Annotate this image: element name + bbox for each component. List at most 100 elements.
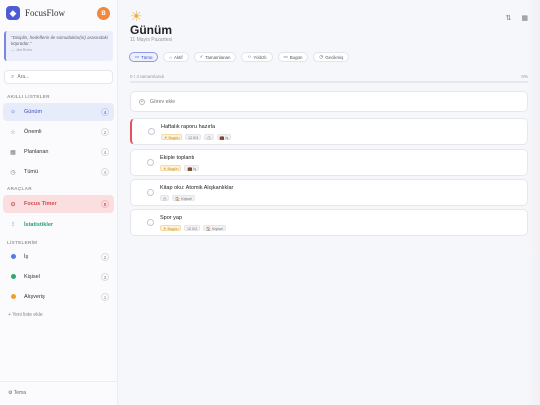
- filter-starred[interactable]: ☆ Yıldızlı: [241, 52, 273, 62]
- main-panel: ☀ Günüm 11 Mayıs Pazartesi ⇅ ▦ ▭ Tümü ○ …: [118, 0, 540, 405]
- sidebar-item-focus-timer[interactable]: ⊙ Focus Timer 0: [3, 195, 114, 213]
- quote-author: — Jim Rohn: [11, 48, 32, 52]
- sun-icon: ☼: [10, 109, 16, 115]
- plus-icon: +: [139, 98, 145, 105]
- filter-label: Bugün: [289, 54, 303, 60]
- sidebar-item-list-personal[interactable]: Kişisel 3: [3, 268, 114, 286]
- task-row[interactable]: Spor yap ☀ Bugün ☑ 0/2 🏠 Kişisel: [130, 209, 528, 236]
- task-title: Kitap oku: Atomik Alışkanlıklar: [160, 185, 234, 191]
- list-color-dot: [9, 253, 17, 261]
- quote-text: "Disiplin, hedeflerin ile somutluklar(in…: [11, 35, 108, 46]
- sidebar-item-list-work[interactable]: İş 2: [3, 248, 114, 266]
- task-checkbox[interactable]: [148, 128, 155, 135]
- sidebar-item-label: Alışveriş: [24, 294, 45, 300]
- sort-icon[interactable]: ⇅: [506, 14, 512, 22]
- filter-label: Tümü: [141, 54, 153, 60]
- task-checkbox[interactable]: [147, 219, 154, 226]
- brand[interactable]: ◆ FocusFlow: [6, 6, 65, 20]
- star-icon: ☆: [10, 129, 16, 136]
- add-list-button[interactable]: + Yeni liste ekle: [8, 312, 43, 318]
- progress-bar: [130, 81, 528, 83]
- app-name: FocusFlow: [25, 8, 66, 18]
- count-badge: 2: [101, 128, 109, 136]
- task-title: Haftalık raporu hazırla: [161, 124, 216, 130]
- sidebar-item-label: Tümü: [24, 169, 39, 175]
- filter-label: Yıldızlı: [253, 54, 267, 60]
- filter-label: Tamamlanan: [205, 54, 231, 60]
- tag-subtasks: ☑ 0/2: [184, 225, 201, 231]
- sidebar-item-today[interactable]: ☼ Günüm 4: [3, 103, 114, 121]
- sidebar-item-statistics[interactable]: ⫶ İstatistikler: [3, 216, 114, 234]
- calendar-icon: ▦: [10, 149, 16, 156]
- task-row[interactable]: Kitap oku: Atomik Alışkanlıklar ◷ 🏠 Kişi…: [130, 179, 528, 206]
- count-badge: 0: [101, 200, 109, 208]
- filter-bar: ▭ Tümü ○ Aktif ✓ Tamamlanan ☆ Yıldızlı ▭…: [129, 52, 350, 62]
- tag-today: ☀ Bugün: [160, 165, 182, 171]
- tag-reminder: ◷: [160, 195, 170, 201]
- scroll-shadow: [528, 0, 540, 405]
- filter-active[interactable]: ○ Aktif: [163, 52, 189, 62]
- tag-list: 💼 İş: [216, 134, 232, 140]
- timer-icon: ⊙: [10, 201, 16, 208]
- chart-icon: ⫶: [12, 221, 14, 228]
- grid-view-icon[interactable]: ▦: [521, 14, 528, 22]
- tag-list: 🏠 Kişisel: [172, 195, 196, 201]
- task-row[interactable]: Haftalık raporu hazırla ☀ Bugün ☑ 0/3 ◷ …: [130, 118, 528, 145]
- task-row[interactable]: Ekiple toplantı ☀ Bugün 💼 İş: [130, 149, 528, 176]
- tag-list: 💼 İş: [184, 165, 200, 171]
- filter-overdue[interactable]: ◷ Gecikmiş: [313, 52, 350, 62]
- add-task-input[interactable]: [150, 98, 450, 105]
- task-tags: ☀ Bugün ☑ 0/2 🏠 Kişisel: [160, 225, 226, 231]
- progress-percent: 0%: [521, 74, 528, 79]
- view-toggles: ⇅ ▦: [506, 14, 529, 22]
- progress-label: 0 / 4 tamamlandı: [130, 74, 165, 79]
- tag-subtasks: ☑ 0/3: [185, 134, 202, 140]
- avatar[interactable]: B: [97, 7, 110, 20]
- tag-reminder: ◷: [204, 134, 214, 140]
- task-checkbox[interactable]: [147, 189, 154, 196]
- sidebar-item-important[interactable]: ☆ Önemli 2: [3, 123, 114, 141]
- filter-completed[interactable]: ✓ Tamamlanan: [193, 52, 237, 62]
- app-logo-icon: ◆: [6, 6, 20, 20]
- search-input[interactable]: [17, 74, 108, 80]
- filter-icon: ○: [169, 54, 173, 60]
- tools-label: ARAÇLAR: [7, 186, 32, 191]
- list-color-dot: [9, 273, 17, 281]
- quote-box: "Disiplin, hedeflerin ile somutluklar(in…: [4, 31, 113, 61]
- tag-today: ☀ Bugün: [160, 225, 182, 231]
- filter-today[interactable]: ▭ Bugün: [277, 52, 309, 62]
- sidebar-item-label: Kişisel: [24, 274, 40, 280]
- task-title: Spor yap: [160, 215, 183, 221]
- filter-label: Gecikmiş: [325, 54, 344, 60]
- sidebar-item-label: Planlanan: [24, 149, 49, 155]
- filter-label: Aktif: [174, 54, 183, 60]
- page-date: 11 Mayıs Pazartesi: [130, 37, 173, 43]
- tag-today: ☀ Bugün: [161, 134, 183, 140]
- theme-button[interactable]: ⚙ Tema: [8, 390, 26, 396]
- filter-icon: ✓: [199, 54, 204, 59]
- tag-list: 🏠 Kişisel: [203, 225, 226, 231]
- sidebar-item-label: İş: [24, 254, 29, 260]
- filter-icon: ◷: [319, 54, 324, 59]
- smart-lists-label: AKILLI LİSTELER: [7, 94, 50, 99]
- filter-icon: ▭: [283, 54, 288, 59]
- task-tags: ☀ Bugün 💼 İş: [160, 165, 200, 171]
- count-badge: 2: [101, 253, 109, 261]
- task-tags: ◷ 🏠 Kişisel: [160, 195, 196, 201]
- filter-icon: ▭: [135, 54, 140, 59]
- divider: [0, 381, 118, 382]
- search-box[interactable]: ⌕: [4, 70, 113, 84]
- count-badge: 1: [101, 293, 109, 301]
- lists-label: LİSTELERİM: [7, 240, 38, 245]
- sidebar-item-planned[interactable]: ▦ Planlanan 4: [3, 143, 114, 161]
- filter-all[interactable]: ▭ Tümü: [129, 52, 159, 62]
- sidebar-item-all[interactable]: ◷ Tümü 4: [3, 163, 114, 181]
- add-task-row[interactable]: +: [130, 91, 528, 112]
- filter-icon: ☆: [247, 54, 252, 59]
- sidebar-item-list-shopping[interactable]: Alışveriş 1: [3, 288, 114, 306]
- sidebar-item-label: İstatistikler: [24, 222, 54, 228]
- page-title: Günüm: [130, 23, 172, 37]
- task-checkbox[interactable]: [147, 159, 154, 166]
- list-color-dot: [9, 293, 17, 301]
- clock-icon: ◷: [10, 169, 16, 176]
